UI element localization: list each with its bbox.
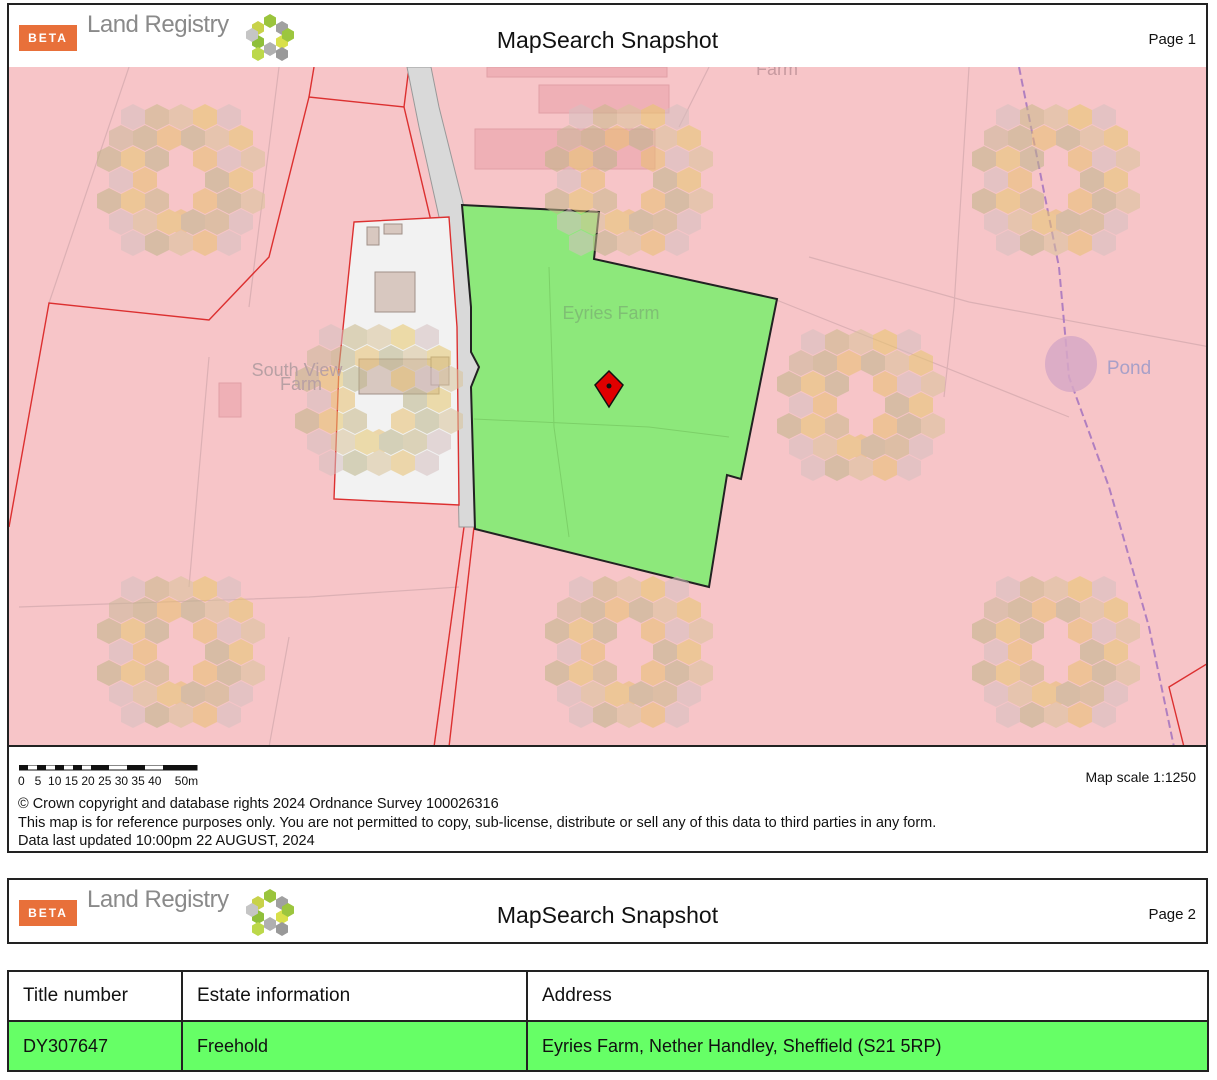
page-number: Page 1: [1148, 31, 1196, 48]
header-title-number: Title number: [7, 970, 183, 1022]
table-row[interactable]: DY307647 Freehold Eyries Farm, Nether Ha…: [7, 1020, 1209, 1072]
map-footer: 0 5 10 15 20 25 30 35 40 50m Map scale 1…: [7, 745, 1208, 853]
map-view[interactable]: Farm Eyries Farm South View Farm Pond: [7, 67, 1208, 747]
pond-shape: [1045, 336, 1097, 392]
map-label-pond: Pond: [1107, 358, 1151, 379]
page2-header: BETA Land Registry MapSearch Snapshot Pa…: [7, 878, 1208, 944]
page-title: MapSearch Snapshot: [496, 27, 719, 53]
cell-title-number: DY307647: [7, 1020, 183, 1072]
table-header-row: Title number Estate information Address: [7, 970, 1209, 1022]
map-canvas[interactable]: Farm Eyries Farm South View Farm Pond: [9, 67, 1208, 747]
page-title: MapSearch Snapshot: [496, 902, 719, 928]
data-updated-text: Data last updated 10:00pm 22 AUGUST, 202…: [18, 833, 315, 849]
page1-header: BETA Land Registry MapSearch Snapshot Pa…: [7, 3, 1208, 69]
copyright-text: © Crown copyright and database rights 20…: [18, 796, 499, 812]
page-number: Page 2: [1148, 906, 1196, 923]
scale-bar: [19, 765, 198, 771]
cell-address: Eyries Farm, Nether Handley, Sheffield (…: [526, 1020, 1209, 1072]
title-table: Title number Estate information Address …: [7, 970, 1209, 1072]
map-scale: Map scale 1:1250: [1085, 769, 1196, 785]
header-estate-information: Estate information: [181, 970, 528, 1022]
map-label-south-view-farm: Farm: [280, 374, 322, 394]
scale-numbers: 0 5 10 15 20 25 30 35 40 50m: [18, 774, 199, 788]
cell-estate-information: Freehold: [181, 1020, 528, 1072]
map-label-eyries-farm: Eyries Farm: [562, 303, 659, 323]
map-label-farm-top: Farm: [756, 67, 798, 79]
disclaimer-text: This map is for reference purposes only.…: [18, 815, 937, 831]
header-address: Address: [526, 970, 1209, 1022]
